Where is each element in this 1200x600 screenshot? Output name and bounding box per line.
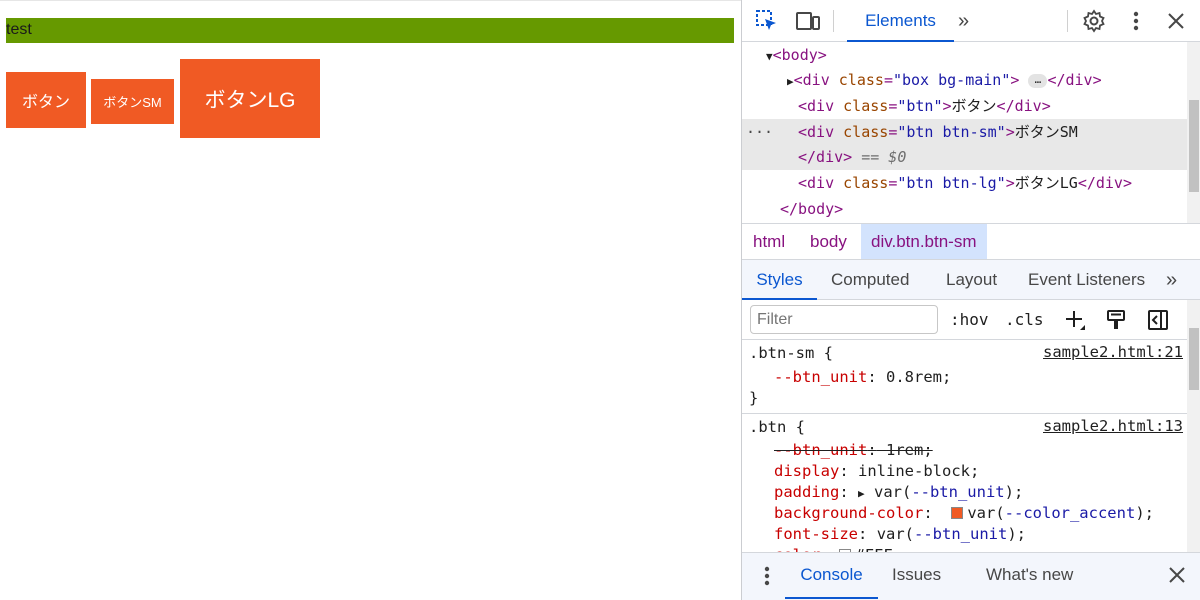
console-drawer: Console Issues What's new <box>742 552 1200 600</box>
device-toggle-icon[interactable] <box>795 8 821 34</box>
rule-declaration[interactable]: padding: ▶ var(--btn_unit); <box>742 482 1187 503</box>
inspect-icon[interactable] <box>754 8 780 34</box>
rule-source-link[interactable]: sample2.html:13 <box>1043 417 1183 435</box>
ellipsis-badge[interactable]: … <box>1028 73 1048 88</box>
settings-icon[interactable] <box>1081 8 1107 34</box>
dom-node-div-btn-lg[interactable]: <div class="btn btn-lg">ボタンLG</div> <box>742 170 1187 196</box>
devtools-panel: Elements » ▼<body> ▶<div class="box bg-m… <box>741 0 1200 600</box>
tab-issues[interactable]: Issues <box>892 553 941 599</box>
tab-computed[interactable]: Computed <box>831 260 909 300</box>
rule-declaration[interactable]: display: inline-block; <box>742 461 1187 482</box>
rule-divider <box>742 413 1187 414</box>
devtools-toolbar: Elements » <box>742 0 1200 42</box>
button-default[interactable]: ボタン <box>6 72 86 128</box>
more-tabs-icon[interactable]: » <box>958 0 969 42</box>
rule-declaration[interactable]: --btn_unit: 0.8rem; <box>742 367 1187 388</box>
styles-filter-bar: :hov .cls <box>742 300 1187 340</box>
close-icon[interactable] <box>1163 8 1189 34</box>
scrollbar-thumb[interactable] <box>1189 100 1199 192</box>
dom-node-div-btn-sm-selected[interactable]: ··· <div class="btn btn-sm">ボタンSM </div>… <box>742 119 1187 170</box>
hov-toggle[interactable]: :hov <box>950 308 989 332</box>
breadcrumb: html body div.btn.btn-sm <box>742 223 1200 260</box>
color-swatch[interactable] <box>951 507 964 519</box>
tab-styles[interactable]: Styles <box>742 260 817 300</box>
rule-close-brace: } <box>749 389 759 407</box>
breadcrumb-body[interactable]: body <box>800 224 857 259</box>
styles-scrollbar[interactable] <box>1187 300 1200 552</box>
styles-subtabs: Styles Computed Layout Event Listeners » <box>742 260 1200 300</box>
tab-elements[interactable]: Elements <box>847 0 954 42</box>
page-viewport: test ボタン ボタンSM ボタンLG <box>0 0 741 600</box>
rule-declaration[interactable]: color: #FFF <box>742 545 1187 552</box>
dom-node-body[interactable]: ▼<body> <box>742 42 1187 68</box>
tab-event-listeners[interactable]: Event Listeners <box>1028 260 1145 300</box>
tab-whats-new[interactable]: What's new <box>986 553 1073 599</box>
rule-declaration[interactable]: background-color: var(--color_accent); <box>742 503 1187 524</box>
styles-rules-pane: .btn-sm { sample2.html:21 --btn_unit: 0.… <box>742 340 1187 552</box>
toolbar-divider <box>833 10 834 32</box>
dom-node-div-box[interactable]: ▶<div class="box bg-main"> … </div> <box>742 67 1187 93</box>
kebab-menu-icon[interactable] <box>1123 8 1149 34</box>
collapse-triangle-icon[interactable]: ▶ <box>787 75 794 88</box>
toolbar-divider <box>1067 10 1068 32</box>
breadcrumb-div-btn-sm[interactable]: div.btn.btn-sm <box>861 224 987 259</box>
dom-tree: ▼<body> ▶<div class="box bg-main"> … </di… <box>742 42 1187 223</box>
dom-node-div-btn[interactable]: <div class="btn">ボタン</div> <box>742 93 1187 119</box>
expand-triangle-icon[interactable]: ▼ <box>766 50 773 63</box>
button-sm[interactable]: ボタンSM <box>91 79 174 124</box>
rule-source-link[interactable]: sample2.html:21 <box>1043 343 1183 361</box>
scrollbar-thumb[interactable] <box>1189 328 1199 390</box>
test-box: test <box>6 18 734 43</box>
close-drawer-icon[interactable] <box>1168 566 1186 589</box>
new-style-rule-icon[interactable] <box>1063 308 1087 332</box>
breadcrumb-html[interactable]: html <box>743 224 795 259</box>
toggle-sidebar-icon[interactable] <box>1146 308 1170 332</box>
rule-declaration-overridden[interactable]: --btn_unit: 1rem; <box>742 440 1187 461</box>
dom-node-body-close[interactable]: </body> <box>742 196 1187 222</box>
node-actions-icon[interactable]: ··· <box>746 119 773 145</box>
more-subtabs-icon[interactable]: » <box>1166 260 1177 300</box>
tab-layout[interactable]: Layout <box>946 260 997 300</box>
paint-brush-icon[interactable] <box>1104 308 1128 332</box>
styles-filter-input[interactable] <box>750 305 938 334</box>
expand-triangle-icon[interactable]: ▶ <box>858 487 865 500</box>
rule-declaration[interactable]: font-size: var(--btn_unit); <box>742 524 1187 545</box>
drawer-menu-icon[interactable] <box>764 566 770 591</box>
tab-console[interactable]: Console <box>785 553 878 599</box>
dom-tree-scrollbar[interactable] <box>1187 42 1200 223</box>
cls-toggle[interactable]: .cls <box>1005 308 1044 332</box>
button-lg[interactable]: ボタンLG <box>180 59 320 138</box>
